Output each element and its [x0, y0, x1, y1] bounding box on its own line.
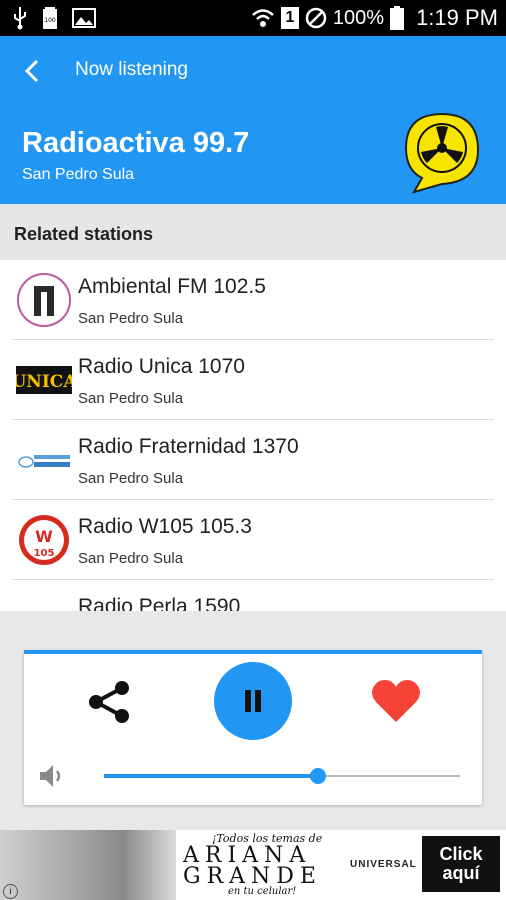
station-title: Radioactiva 99.7 [22, 127, 250, 159]
player-controls [24, 650, 482, 805]
svg-text:100: 100 [44, 17, 56, 24]
station-name: Radio Perla 1590 [78, 595, 241, 611]
ad-info-icon[interactable]: i [3, 884, 18, 899]
player-progress-line [24, 650, 482, 654]
station-name: Ambiental FM 102.5 [78, 275, 266, 298]
toolbar-title: Now listening [75, 59, 188, 80]
station-name: Radio Fraternidad 1370 [78, 435, 299, 458]
ad-photo [0, 830, 176, 900]
ad-line3: en tu celular! [228, 886, 297, 897]
list-item[interactable]: Ambiental FM 102.5 San Pedro Sula [0, 260, 506, 340]
wifi-icon [251, 7, 275, 29]
pause-button[interactable] [214, 662, 292, 740]
share-icon[interactable] [84, 676, 136, 728]
battery-icon [390, 6, 405, 30]
station-city: San Pedro Sula [22, 166, 135, 183]
now-playing-header: Now listening Radioactiva 99.7 San Pedro… [0, 36, 506, 204]
ambiental-logo [17, 273, 71, 327]
volume-icon[interactable] [38, 762, 68, 790]
svg-text:W: W [35, 527, 53, 546]
station-city: San Pedro Sula [78, 550, 184, 567]
usb-icon [12, 6, 28, 30]
volume-slider[interactable] [104, 764, 460, 788]
unica-logo: UNICA [16, 366, 72, 394]
radioactiva-logo [404, 112, 480, 194]
fraternidad-logo [18, 455, 70, 468]
list-item[interactable]: W 105 Radio W105 105.3 San Pedro Sula [0, 500, 506, 580]
list-item[interactable]: Radio Fraternidad 1370 San Pedro Sula [0, 420, 506, 500]
favorite-heart-icon[interactable] [370, 678, 422, 724]
list-item[interactable]: Radio Perla 1590 [0, 580, 506, 611]
ad-banner[interactable]: ¡Todos los temas de ARIANA GRANDE en tu … [0, 830, 506, 900]
battery-percent: 100% [332, 6, 385, 29]
list-item[interactable]: UNICA Radio Unica 1070 San Pedro Sula [0, 340, 506, 420]
station-name: Radio Unica 1070 [78, 355, 245, 378]
sim-icon: 1 [280, 7, 299, 29]
related-stations-list[interactable]: Ambiental FM 102.5 San Pedro Sula UNICA … [0, 260, 506, 611]
station-name: Radio W105 105.3 [78, 515, 252, 538]
pause-icon [245, 690, 261, 712]
svg-text:UNICA: UNICA [16, 372, 72, 392]
ad-label-logo: UNIVERSAL [350, 859, 417, 870]
clock: 1:19 PM [416, 5, 498, 30]
volume-slider-thumb[interactable] [310, 768, 326, 784]
back-button[interactable] [14, 56, 50, 86]
svg-text:105: 105 [34, 548, 55, 559]
station-city: San Pedro Sula [78, 470, 184, 487]
volume-slider-fill [104, 774, 318, 778]
station-city: San Pedro Sula [78, 390, 184, 407]
image-icon [72, 8, 96, 28]
related-stations-title: Related stations [14, 224, 154, 244]
back-arrow-icon [24, 59, 39, 83]
w105-logo: W 105 [19, 515, 69, 565]
blocked-icon [305, 7, 327, 29]
station-city: San Pedro Sula [78, 310, 184, 327]
related-stations-header: Related stations [0, 204, 506, 260]
status-bar: 100 1 100% 1:19 PM [0, 0, 506, 36]
player-area [0, 611, 506, 830]
ad-cta-button[interactable]: Click aquí [422, 836, 500, 892]
battery-full-icon: 100 [42, 6, 58, 30]
